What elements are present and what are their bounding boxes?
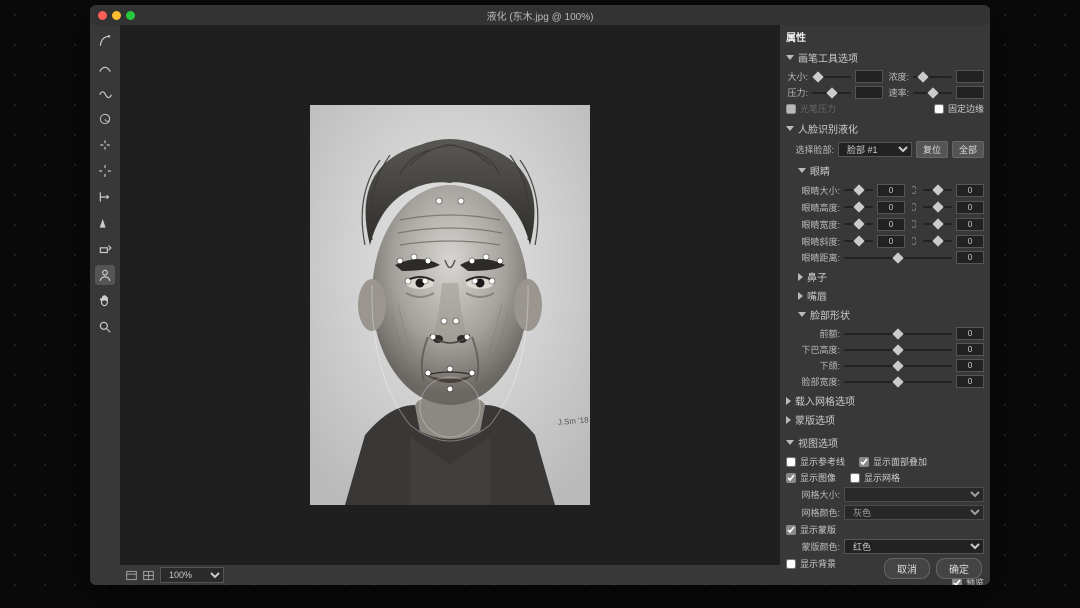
push-left-tool[interactable] [95,187,115,207]
grid-icon[interactable] [143,570,154,581]
size-value[interactable] [855,70,883,83]
density-value[interactable] [956,70,984,83]
minimize-window-button[interactable] [112,11,121,20]
density-label: 浓度: [887,70,909,83]
rate-slider[interactable] [913,87,952,99]
pressure-label: 压力: [786,86,808,99]
show-mask-checkbox[interactable]: 显示蒙版 [786,523,836,536]
chevron-right-icon [798,292,803,300]
show-guides-checkbox[interactable]: 显示参考线 [786,455,845,468]
pen-pressure-checkbox: 光笔压力 [786,102,836,115]
size-slider[interactable] [812,71,851,83]
close-window-button[interactable] [98,11,107,20]
section-mask-options[interactable]: 蒙版选项 [786,410,984,429]
link-icon[interactable] [909,183,919,197]
section-face-aware[interactable]: 人脸识别液化 [786,119,984,138]
section-load-mesh[interactable]: 载入网格选项 [786,391,984,410]
portrait-image: J.Sm '18 [310,105,590,505]
hand-tool[interactable] [95,291,115,311]
link-icon[interactable] [909,234,919,248]
app-window: 液化 (东木.jpg @ 100%) [90,5,990,585]
size-label: 大小: [786,70,808,83]
all-button[interactable]: 全部 [952,141,984,158]
pressure-value[interactable] [855,86,883,99]
rate-value[interactable] [956,86,984,99]
select-face-dropdown[interactable]: 脸部 #1 [838,142,912,157]
pucker-tool[interactable] [95,135,115,155]
section-eyes[interactable]: 眼睛 [798,161,984,180]
rate-label: 速率: [887,86,909,99]
traffic-lights [90,11,135,20]
chevron-down-icon [798,168,806,173]
reset-button[interactable]: 复位 [916,141,948,158]
link-icon[interactable] [909,217,919,231]
status-bar: 100% [120,565,780,585]
section-mouth[interactable]: 嘴唇 [798,286,984,305]
zoom-tool[interactable] [95,317,115,337]
link-icon[interactable] [909,200,919,214]
face-tool[interactable] [95,265,115,285]
eye-distance-slider[interactable] [844,252,952,264]
chevron-down-icon [798,312,806,317]
pressure-slider[interactable] [812,87,851,99]
canvas-area[interactable]: J.Sm '18 [120,25,780,585]
toolbar [90,25,120,585]
section-brush-options[interactable]: 画笔工具选项 [786,48,984,67]
mask-color-select[interactable]: 红色 [844,539,984,554]
eye-size-right-slider[interactable] [923,184,952,196]
select-face-label: 选择脸部: [786,143,834,156]
chevron-down-icon [786,440,794,445]
show-face-overlay-checkbox[interactable]: 显示面部叠加 [859,455,927,468]
mesh-color-select: 灰色 [844,505,984,520]
chevron-right-icon [786,416,791,424]
pin-edges-checkbox[interactable]: 固定边缘 [934,102,984,115]
show-mesh-checkbox[interactable]: 显示网格 [850,471,900,484]
density-slider[interactable] [913,71,952,83]
section-nose[interactable]: 鼻子 [798,267,984,286]
smooth-tool[interactable] [95,83,115,103]
cancel-button[interactable]: 取消 [884,558,930,579]
ok-button[interactable]: 确定 [936,558,982,579]
section-face-shape[interactable]: 脸部形状 [798,305,984,324]
reconstruct-tool[interactable] [95,57,115,77]
section-view-options[interactable]: 视图选项 [786,433,984,452]
chevron-right-icon [798,273,803,281]
panel-title: 属性 [786,29,984,44]
freeze-mask-tool[interactable] [95,213,115,233]
chevron-down-icon [786,55,794,60]
forward-warp-tool[interactable] [95,31,115,51]
chevron-down-icon [786,126,794,131]
show-backdrop-checkbox[interactable]: 显示背景 [786,557,836,570]
mesh-size-select [844,487,984,502]
layout-icon[interactable] [126,570,137,581]
titlebar: 液化 (东木.jpg @ 100%) [90,5,990,25]
bloat-tool[interactable] [95,161,115,181]
eye-size-left-slider[interactable] [844,184,873,196]
window-title: 液化 (东木.jpg @ 100%) [487,8,594,23]
zoom-select[interactable]: 100% [160,567,224,583]
twirl-tool[interactable] [95,109,115,129]
chevron-right-icon [786,397,791,405]
properties-panel: 属性 画笔工具选项 大小: 浓度: 压力: 速率: [780,25,990,585]
thaw-mask-tool[interactable] [95,239,115,259]
show-image-checkbox[interactable]: 显示图像 [786,471,836,484]
maximize-window-button[interactable] [126,11,135,20]
image-stage: J.Sm '18 [310,105,590,505]
